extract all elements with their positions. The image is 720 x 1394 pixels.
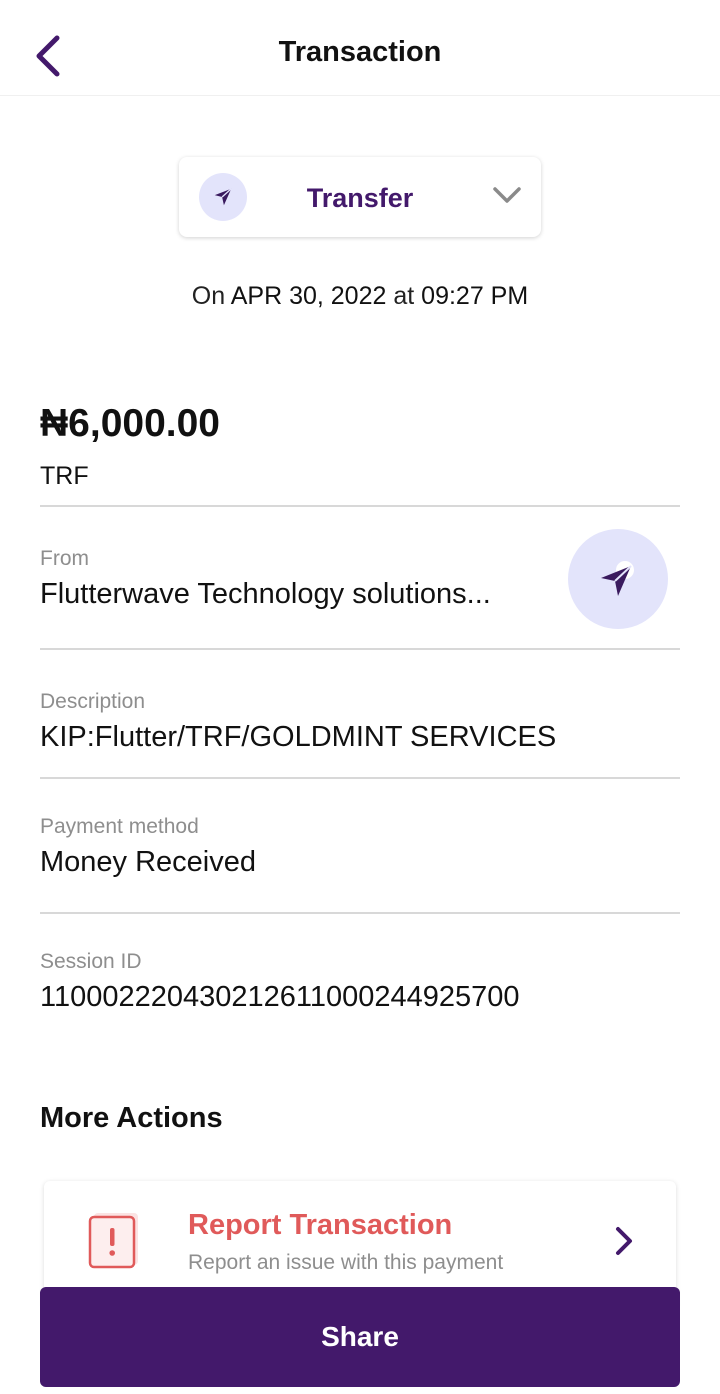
transaction-date: On APR 30, 2022 at 09:27 PM [0, 282, 720, 311]
page-title: Transaction [278, 36, 442, 68]
share-button[interactable]: Share [40, 1287, 680, 1387]
description-label: Description [40, 690, 146, 713]
transaction-amount: ₦6,000.00 [40, 402, 220, 445]
app-header: Transaction [0, 0, 720, 96]
from-value: Flutterwave Technology solutions... [40, 578, 491, 610]
from-avatar [568, 529, 668, 629]
chevron-down-icon [493, 187, 521, 203]
send-icon [601, 561, 634, 596]
send-icon [214, 188, 232, 206]
more-actions-title: More Actions [40, 1102, 223, 1134]
transaction-code: TRF [40, 462, 89, 490]
chevron-right-icon [616, 1227, 632, 1255]
report-transaction-subtitle: Report an issue with this payment [188, 1251, 504, 1274]
divider [40, 505, 680, 507]
transaction-type-dropdown[interactable]: Transfer [179, 157, 541, 237]
divider [40, 912, 680, 914]
divider [40, 777, 680, 779]
session-id-value: 110002220430212611000244925700 [40, 981, 520, 1013]
divider [40, 648, 680, 650]
date-connector: at [393, 282, 415, 310]
date-value: APR 30, 2022 [230, 282, 387, 310]
payment-method-value: Money Received [40, 846, 256, 878]
report-transaction-title: Report Transaction [188, 1209, 453, 1241]
transaction-type-label: Transfer [306, 183, 414, 213]
payment-method-label: Payment method [40, 815, 199, 838]
transaction-type-icon-badge [199, 173, 247, 221]
alert-document-icon [88, 1213, 138, 1269]
session-id-label: Session ID [40, 950, 142, 973]
time-value: 09:27 PM [421, 282, 529, 310]
from-label: From [40, 547, 89, 570]
date-prefix: On [191, 282, 226, 310]
description-value: KIP:Flutter/TRF/GOLDMINT SERVICES [40, 721, 557, 753]
